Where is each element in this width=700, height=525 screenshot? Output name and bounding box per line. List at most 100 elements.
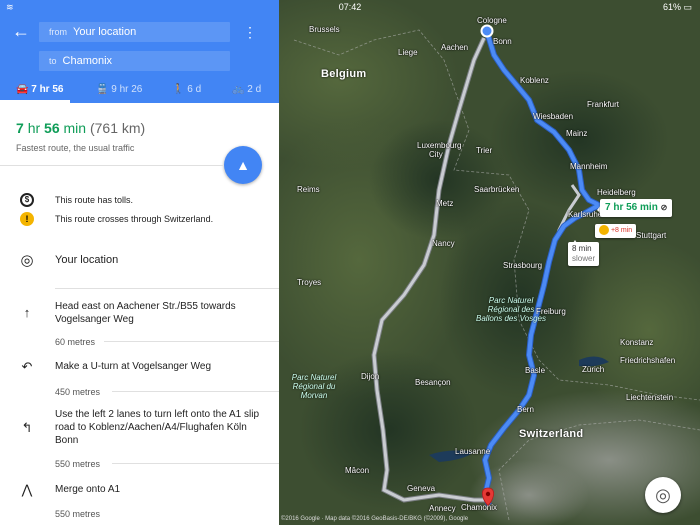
directions-panel: ← from Your location to Chamonix ⋮ 🚘 7 hr … [0, 0, 279, 525]
walk-icon: 🚶 [172, 84, 185, 95]
my-location-icon: ◎ [20, 252, 34, 269]
battery-text: 61% [662, 2, 681, 12]
city-label: Troyes [297, 278, 322, 287]
step-instruction: Make a U-turn at Vogelsanger Weg [55, 361, 212, 372]
city-label: Liechtenstein [626, 393, 674, 402]
city-label: Konstanz [620, 338, 654, 347]
city-label: Mainz [566, 129, 588, 138]
step-instruction: Use the left 2 lanes to turn left onto t… [55, 409, 260, 446]
duration-hours: 7 [16, 120, 24, 136]
battery-level: 61% ▭ [662, 2, 692, 12]
city-label: Frankfurt [587, 100, 620, 109]
crosshair-icon: ◎ [655, 485, 671, 505]
city-label: Brussels [309, 25, 340, 34]
city-label: Saarbrücken [474, 185, 520, 194]
divider [0, 165, 224, 166]
divider [55, 288, 279, 289]
divider [104, 341, 279, 342]
city-label: Heidelberg [597, 188, 636, 197]
alternate-route-callout[interactable]: 8 min slower [568, 242, 600, 266]
status-bar: ≋ 07:42 61% ▭ [0, 0, 700, 14]
city-label: Geneva [407, 484, 436, 493]
start-marker[interactable] [480, 24, 494, 38]
directions-header: ← from Your location to Chamonix ⋮ 🚘 7 hr … [0, 0, 279, 103]
divider [112, 463, 279, 464]
step-distance: 550 metres [55, 509, 101, 519]
route-subtitle: Fastest route, the usual traffic [16, 143, 135, 153]
route-duration: 7 hr 56 min (761 km) [16, 120, 145, 136]
tab-transit-label: 9 hr 26 [111, 84, 143, 95]
destination-field-label: to [49, 56, 57, 66]
route-time-callout[interactable]: 7 hr 56 min ⊘ [600, 199, 673, 217]
city-label: Cologne [477, 16, 507, 25]
tab-bike-label: 2 d [247, 84, 262, 95]
city-label: Aachen [441, 43, 469, 52]
origin-value: Your location [73, 26, 137, 38]
city-label: Besançon [415, 378, 451, 387]
tab-drive-label: 7 hr 56 [31, 84, 64, 95]
city-label: Metz [436, 199, 454, 208]
city-label: Annecy [429, 504, 456, 513]
city-label: Chamonix [461, 503, 498, 512]
step-distance: 550 metres [55, 459, 101, 469]
toll-icon: $ [20, 193, 34, 207]
navigation-arrow-icon: ▲ [236, 157, 250, 173]
city-label: Liege [398, 48, 418, 57]
start-navigation-button[interactable]: ▲ [224, 146, 262, 184]
tab-transit[interactable]: 🚆 9 hr 26 [96, 80, 142, 103]
transit-icon: 🚆 [96, 84, 109, 95]
warning-icon: ! [20, 212, 34, 226]
city-label: Stuttgart [636, 231, 667, 240]
city-label: Friedrichshafen [620, 356, 676, 365]
city-label: Bonn [493, 37, 512, 46]
tab-walk[interactable]: 🚶 6 d [172, 80, 201, 103]
origin-field-label: from [49, 27, 67, 37]
step-instruction: Merge onto A1 [55, 484, 121, 495]
route-distance: (761 km) [89, 120, 146, 136]
city-label: City [429, 150, 443, 159]
route-summary: 7 hr 56 min (761 km) Fastest route, the … [16, 120, 145, 153]
route-time-text: 7 hr 56 min [605, 202, 658, 213]
duration-minutes-unit: min [63, 120, 87, 136]
city-label: Wiesbaden [533, 112, 574, 121]
step-distance: 450 metres [55, 387, 101, 397]
tab-bike[interactable]: 🚲 2 d [232, 80, 261, 103]
map-attribution: ©2016 Google · Map data ©2016 GeoBasis-D… [281, 516, 469, 522]
construction-icon [599, 225, 609, 236]
traffic-incident-callout[interactable]: +8 min [595, 224, 637, 238]
divider [112, 391, 279, 392]
toll-note: This route has tolls. [55, 195, 134, 205]
selected-tab-indicator [0, 100, 70, 103]
city-label: Mâcon [345, 466, 370, 475]
my-location-button[interactable]: ◎ [645, 477, 681, 513]
straight-arrow-icon: ↑ [23, 305, 31, 320]
city-label: Bern [517, 405, 534, 414]
more-options-icon[interactable]: ⋮ [243, 22, 257, 42]
bike-icon: 🚲 [232, 84, 245, 95]
city-label: Basle [525, 366, 546, 375]
city-label: Nancy [432, 239, 455, 248]
origin-field[interactable]: from Your location [39, 22, 230, 42]
step-instruction: Head east on Aachener Str./B55 towards V… [55, 301, 236, 325]
city-label: Strasbourg [503, 261, 543, 270]
city-label: Dijon [361, 372, 380, 381]
car-icon: 🚘 [16, 84, 29, 95]
satellite-map[interactable]: Belgium Switzerland Cologne Bonn Brussel… [279, 0, 700, 525]
tab-walk-label: 6 d [187, 84, 202, 95]
origin-step: Your location [55, 254, 119, 266]
border-note: This route crosses through Switzerland. [55, 214, 214, 224]
city-label: Zürich [582, 365, 605, 374]
region-label: Parc Naturel Régional des Ballons des Vo… [476, 296, 546, 323]
city-label: Trier [476, 146, 493, 155]
status-time: 07:42 [338, 2, 362, 12]
destination-field[interactable]: to Chamonix [39, 51, 230, 71]
city-label: Reims [297, 185, 320, 194]
alt-route-sub: slower [572, 254, 596, 263]
country-label: Switzerland [519, 428, 584, 440]
city-label: Karlsruhe [568, 210, 603, 219]
back-arrow-icon[interactable]: ← [12, 22, 30, 40]
destination-value: Chamonix [62, 55, 113, 67]
duration-hours-unit: hr [27, 120, 41, 136]
city-label: Luxembourg [417, 141, 462, 150]
region-label: Parc Naturel Régional du Morvan [291, 373, 337, 400]
